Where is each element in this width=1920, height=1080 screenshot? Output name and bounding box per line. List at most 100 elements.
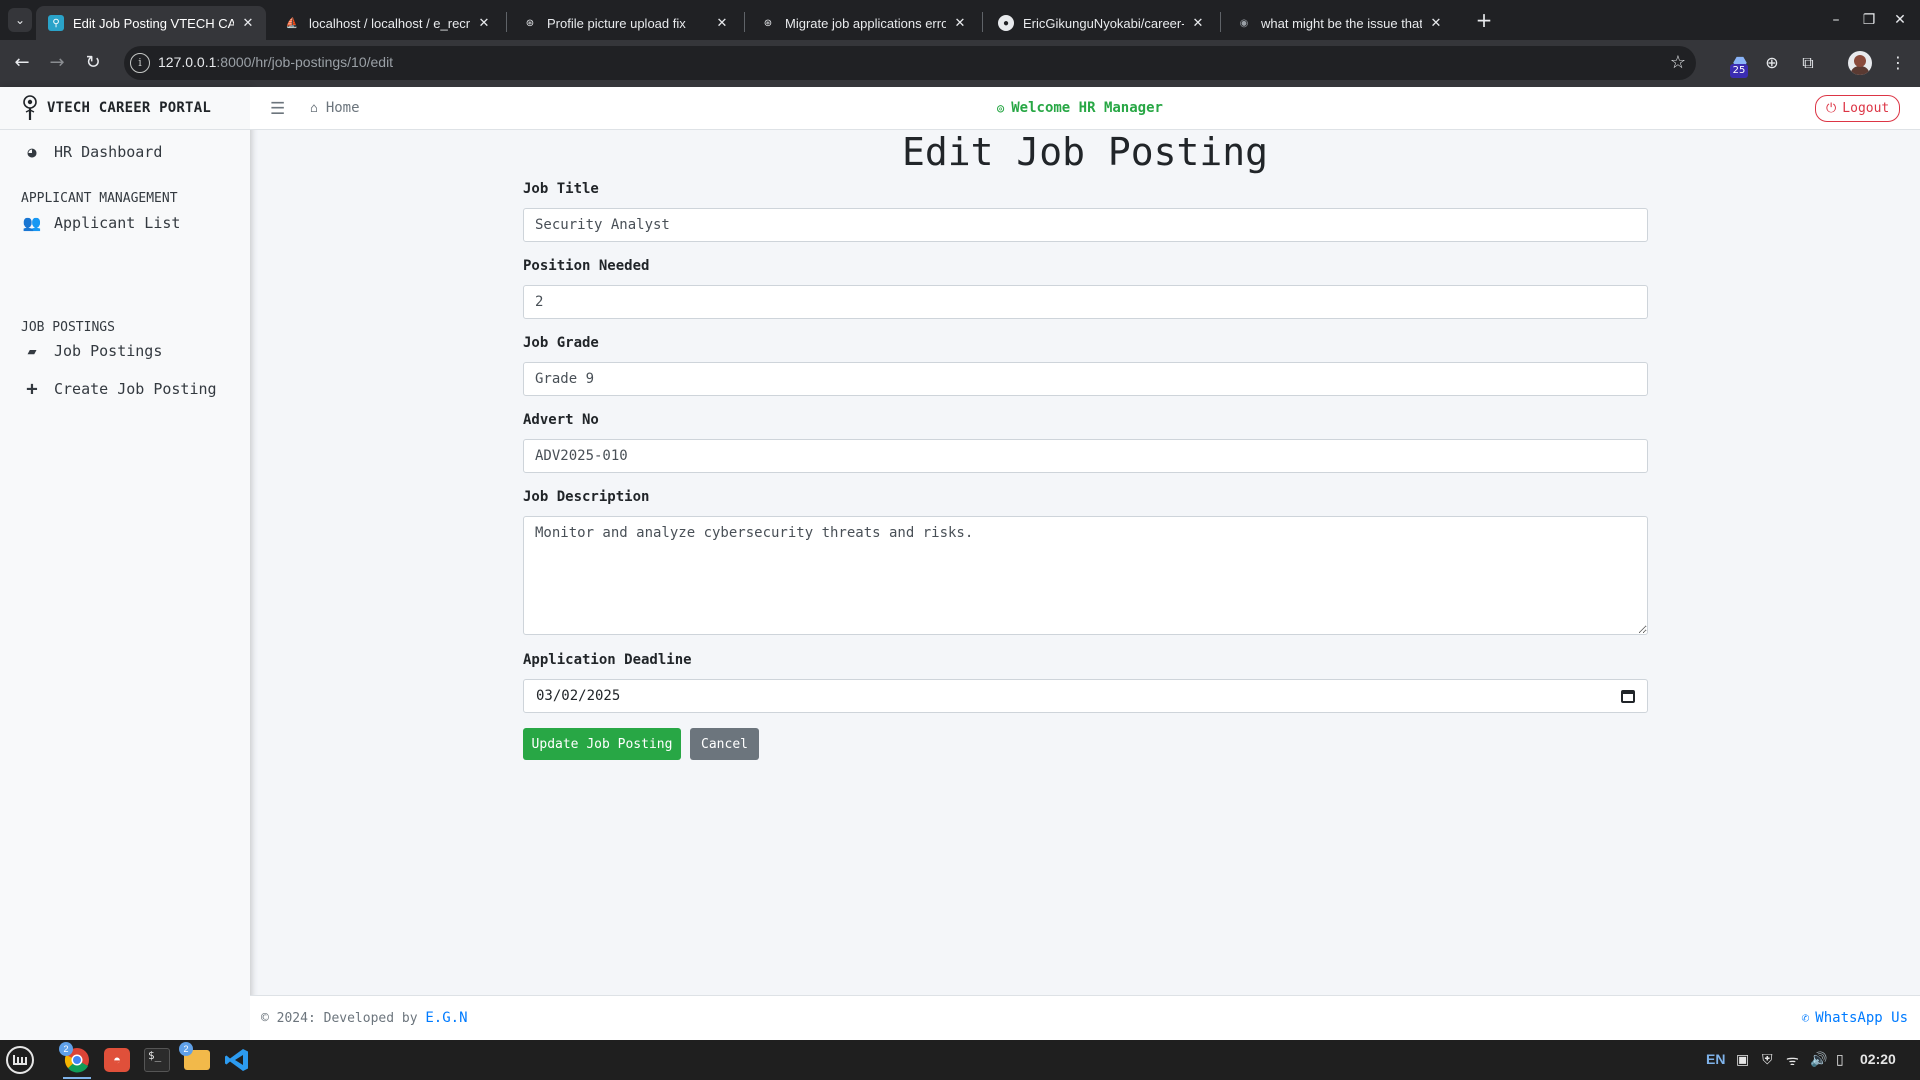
tab-separator bbox=[1220, 12, 1221, 32]
tab-profile-picture-upload-fix[interactable]: ⊛ Profile picture upload fix ✕ bbox=[510, 6, 740, 40]
brand-name: VTECH CAREER PORTAL bbox=[47, 100, 211, 116]
close-icon[interactable]: ✕ bbox=[714, 15, 730, 31]
logout-button[interactable]: ⏻ Logout bbox=[1815, 95, 1901, 122]
tab-title: Migrate job applications error bbox=[785, 15, 946, 31]
tab-title: EricGikunguNyokabi/career-portal bbox=[1023, 15, 1184, 31]
position-needed-input[interactable] bbox=[523, 285, 1648, 319]
extensions-puzzle-icon[interactable]: ⧉ bbox=[1796, 51, 1820, 75]
files-taskbar-icon[interactable]: 2 bbox=[179, 1042, 213, 1076]
briefcase-icon: ▰ bbox=[27, 342, 37, 360]
browser-menu-icon[interactable]: ⋮ bbox=[1886, 51, 1910, 75]
tab-separator bbox=[506, 12, 507, 32]
url-path: :8000/hr/job-postings/10/edit bbox=[216, 54, 394, 70]
users-icon: 👥 bbox=[22, 214, 42, 232]
tab-edit-job-posting[interactable]: ⚲ Edit Job Posting VTECH CAREER PORTAL ✕ bbox=[36, 6, 266, 40]
main-content: Edit Job Posting Job Title Position Need… bbox=[250, 130, 1920, 995]
volume-icon[interactable]: 🔊 bbox=[1810, 1051, 1827, 1068]
sidebar-item-job-postings[interactable]: ▰ Job Postings bbox=[22, 342, 162, 360]
clock[interactable]: 02:20 bbox=[1860, 1051, 1896, 1067]
home-label: Home bbox=[325, 100, 360, 116]
restore-icon[interactable]: ❐ bbox=[1857, 8, 1881, 32]
tachometer-icon: ◕ bbox=[27, 143, 37, 161]
github-icon: ● bbox=[998, 15, 1014, 31]
app-taskbar-icon[interactable]: ◓ bbox=[101, 1044, 133, 1076]
job-grade-label: Job Grade bbox=[523, 335, 599, 351]
calendar-icon[interactable] bbox=[1621, 689, 1635, 703]
tab-phpmyadmin[interactable]: ⛵ localhost / localhost / e_recruitment … bbox=[272, 6, 502, 40]
mint-menu-icon[interactable] bbox=[4, 1044, 36, 1076]
chrome-window-count: 2 bbox=[59, 1042, 73, 1056]
sidebar-item-label: Create Job Posting bbox=[54, 380, 217, 398]
sidebar-item-label: HR Dashboard bbox=[54, 143, 163, 161]
reload-icon[interactable]: ↻ bbox=[81, 51, 105, 75]
tab-title: what might be the issue that bbox=[1261, 15, 1422, 31]
clipboard-icon[interactable]: ▣ bbox=[1736, 1051, 1749, 1068]
brand-logo-icon bbox=[23, 95, 37, 120]
tab-title: localhost / localhost / e_recruitment bbox=[309, 15, 470, 31]
close-icon[interactable]: ✕ bbox=[240, 15, 256, 31]
window-close-icon[interactable]: ✕ bbox=[1888, 8, 1912, 32]
close-icon[interactable]: ✕ bbox=[476, 15, 492, 31]
welcome-message: ◎ Welcome HR Manager bbox=[997, 100, 1163, 116]
brand[interactable]: VTECH CAREER PORTAL bbox=[0, 87, 250, 130]
shield-icon[interactable]: ⛨ bbox=[1762, 1051, 1773, 1068]
sidebar-item-hr-dashboard[interactable]: ◕ HR Dashboard bbox=[22, 143, 162, 161]
job-description-textarea[interactable]: Monitor and analyze cybersecurity threat… bbox=[523, 516, 1648, 635]
add-extension-icon[interactable]: ⊕ bbox=[1760, 51, 1784, 75]
tab-what-might-be-the-issue[interactable]: ◉ what might be the issue that ✕ bbox=[1224, 6, 1454, 40]
application-deadline-input[interactable]: 03/02/2025 bbox=[523, 679, 1648, 713]
sidebar-item-label: Applicant List bbox=[54, 214, 181, 232]
terminal-taskbar-icon[interactable]: $_ bbox=[141, 1044, 173, 1076]
profile-avatar[interactable] bbox=[1848, 51, 1872, 75]
page-title: Edit Job Posting bbox=[901, 130, 1269, 174]
new-tab-plus-icon[interactable]: + bbox=[1472, 8, 1496, 32]
hamburger-menu-icon[interactable]: ☰ bbox=[270, 99, 285, 119]
battery-icon[interactable]: ▯ bbox=[1836, 1051, 1844, 1068]
logout-label: Logout bbox=[1842, 101, 1890, 116]
keyboard-language[interactable]: EN bbox=[1706, 1051, 1725, 1067]
home-icon: ⌂ bbox=[310, 100, 318, 116]
job-title-input[interactable] bbox=[523, 208, 1648, 242]
tab-github-repo[interactable]: ● EricGikunguNyokabi/career-portal ✕ bbox=[986, 6, 1216, 40]
plus-icon: + bbox=[26, 378, 38, 400]
bookmark-star-icon[interactable]: ☆ bbox=[1670, 52, 1686, 73]
whatsapp-label: WhatsApp Us bbox=[1815, 1010, 1908, 1026]
advert-no-input[interactable] bbox=[523, 439, 1648, 473]
os-taskbar: 2 ◓ $_ 2 EN ▣ ⛨ ᯤ 🔊 ▯ 02:20 bbox=[0, 1040, 1920, 1080]
whatsapp-link[interactable]: ✆ WhatsApp Us bbox=[1801, 1010, 1908, 1026]
url-text[interactable]: 127.0.0.1:8000/hr/job-postings/10/edit bbox=[158, 54, 393, 70]
forward-arrow-icon[interactable]: → bbox=[45, 51, 69, 75]
home-link[interactable]: ⌂ Home bbox=[310, 100, 360, 116]
ai-chat-icon: ◉ bbox=[1239, 17, 1249, 29]
minimize-icon[interactable]: – bbox=[1824, 8, 1848, 32]
phpmyadmin-icon: ⛵ bbox=[285, 17, 299, 29]
tab-title: Profile picture upload fix bbox=[547, 15, 686, 31]
tab-search-chevron-icon[interactable]: ⌄ bbox=[8, 8, 32, 32]
application-deadline-label: Application Deadline bbox=[523, 652, 692, 668]
developer-link[interactable]: E.G.N bbox=[425, 1010, 467, 1026]
cancel-button[interactable]: Cancel bbox=[690, 728, 759, 760]
tab-migrate-job-applications[interactable]: ⊛ Migrate job applications error ✕ bbox=[748, 6, 978, 40]
back-arrow-icon[interactable]: ← bbox=[10, 51, 34, 75]
job-description-label: Job Description bbox=[523, 489, 650, 505]
site-info-icon[interactable]: i bbox=[130, 53, 150, 73]
deadline-value: 03/02/2025 bbox=[536, 688, 621, 704]
tab-separator bbox=[744, 12, 745, 32]
job-title-label: Job Title bbox=[523, 181, 599, 197]
tab-title: Edit Job Posting VTECH CAREER PORTAL bbox=[73, 15, 234, 31]
job-grade-input[interactable] bbox=[523, 362, 1648, 396]
close-icon[interactable]: ✕ bbox=[1428, 15, 1444, 31]
footer-copyright: © 2024: Developed by E.G.N bbox=[261, 1010, 468, 1026]
wifi-icon[interactable]: ᯤ bbox=[1786, 1051, 1799, 1070]
vscode-taskbar-icon[interactable] bbox=[221, 1044, 253, 1076]
address-bar[interactable]: i 127.0.0.1:8000/hr/job-postings/10/edit… bbox=[124, 46, 1696, 80]
chrome-taskbar-icon[interactable]: 2 bbox=[59, 1042, 93, 1079]
user-circle-icon: ◎ bbox=[997, 101, 1005, 115]
sidebar-item-create-job-posting[interactable]: + Create Job Posting bbox=[22, 378, 217, 400]
update-job-posting-button[interactable]: Update Job Posting bbox=[523, 728, 681, 760]
browser-tab-bar: ⌄ ⚲ Edit Job Posting VTECH CAREER PORTAL… bbox=[0, 0, 1920, 40]
sidebar-item-applicant-list[interactable]: 👥 Applicant List bbox=[22, 214, 181, 232]
close-icon[interactable]: ✕ bbox=[1190, 15, 1206, 31]
close-icon[interactable]: ✕ bbox=[952, 15, 968, 31]
advert-no-label: Advert No bbox=[523, 412, 599, 428]
